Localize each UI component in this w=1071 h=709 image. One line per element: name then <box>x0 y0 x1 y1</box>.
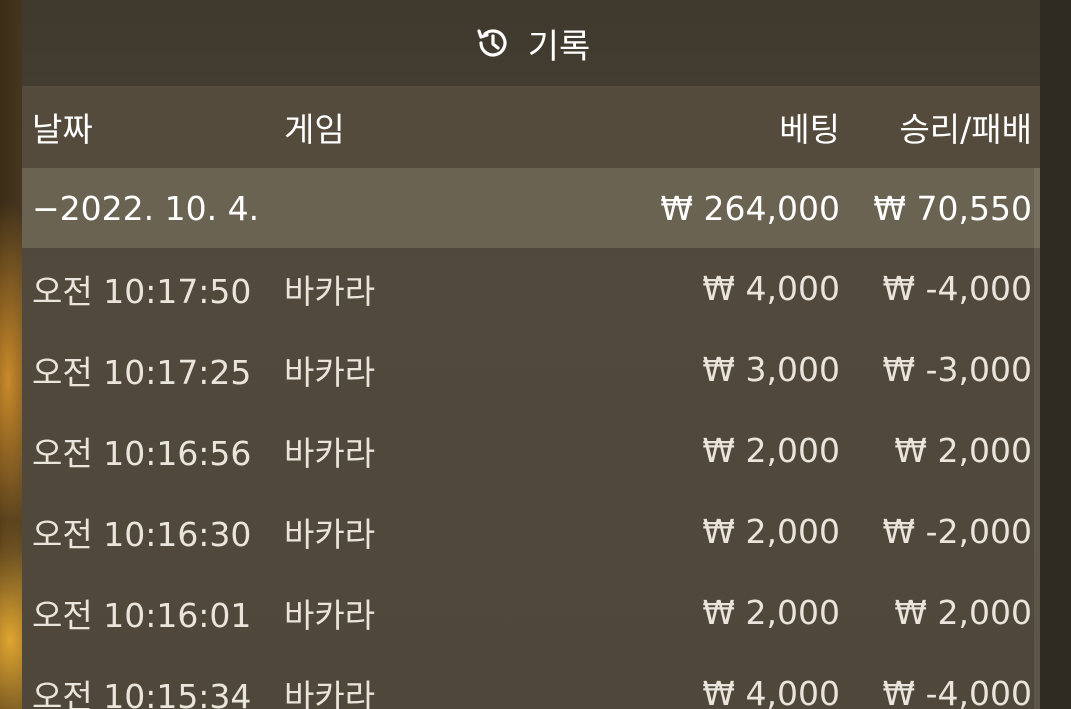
row-game: 바카라 <box>284 676 376 709</box>
column-header-date[interactable]: 날짜 <box>32 86 93 168</box>
row-bet: ₩ 3,000 <box>702 350 840 389</box>
row-time: 오전 10:16:56 <box>32 433 252 473</box>
row-time: 오전 10:16:01 <box>32 595 252 635</box>
table-row[interactable]: 오전 10:16:30 바카라 ₩ 2,000 ₩ -2,000 <box>22 491 1040 572</box>
row-result: ₩ 2,000 <box>894 593 1032 632</box>
table-row[interactable]: 오전 10:17:25 바카라 ₩ 3,000 ₩ -3,000 <box>22 329 1040 410</box>
row-bet: ₩ 4,000 <box>702 269 840 308</box>
row-game: 바카라 <box>284 514 376 554</box>
history-panel: 기록 날짜 게임 베팅 승리/패배 −2022. 10. 4. ₩ 264,00… <box>22 0 1040 709</box>
row-bet: ₩ 2,000 <box>702 512 840 551</box>
history-icon <box>472 23 512 63</box>
table-row[interactable]: 오전 10:17:50 바카라 ₩ 4,000 ₩ -4,000 <box>22 248 1040 329</box>
row-result: ₩ -3,000 <box>882 350 1033 389</box>
group-date: −2022. 10. 4. <box>32 188 260 228</box>
row-time: 오전 10:16:30 <box>32 514 252 554</box>
table-header: 날짜 게임 베팅 승리/패배 <box>22 86 1040 168</box>
column-header-bet[interactable]: 베팅 <box>779 86 840 168</box>
table-row[interactable]: 오전 10:15:34 바카라 ₩ 4,000 ₩ -4,000 <box>22 653 1040 709</box>
row-bet: ₩ 2,000 <box>702 431 840 470</box>
group-result-total: ₩ 70,550 <box>873 188 1032 228</box>
row-bet: ₩ 2,000 <box>702 593 840 632</box>
row-bet: ₩ 4,000 <box>702 674 840 709</box>
column-header-game[interactable]: 게임 <box>284 86 345 168</box>
panel-title: 기록 <box>527 26 591 67</box>
row-game: 바카라 <box>284 352 376 392</box>
row-time: 오전 10:17:50 <box>32 271 252 311</box>
row-game: 바카라 <box>284 433 376 473</box>
row-time: 오전 10:15:34 <box>32 676 252 709</box>
scrollbar[interactable] <box>1034 168 1040 709</box>
row-result: ₩ -2,000 <box>882 512 1033 551</box>
date-group-row[interactable]: −2022. 10. 4. ₩ 264,000 ₩ 70,550 <box>22 168 1040 248</box>
table-row[interactable]: 오전 10:16:01 바카라 ₩ 2,000 ₩ 2,000 <box>22 572 1040 653</box>
row-time: 오전 10:17:25 <box>32 352 252 392</box>
column-header-result[interactable]: 승리/패배 <box>899 86 1032 168</box>
row-game: 바카라 <box>284 595 376 635</box>
row-game: 바카라 <box>284 271 376 311</box>
panel-header: 기록 <box>22 0 1040 86</box>
row-result: ₩ 2,000 <box>894 431 1032 470</box>
table-row[interactable]: 오전 10:16:56 바카라 ₩ 2,000 ₩ 2,000 <box>22 410 1040 491</box>
group-bet-total: ₩ 264,000 <box>660 188 840 228</box>
row-result: ₩ -4,000 <box>882 269 1033 308</box>
row-result: ₩ -4,000 <box>882 674 1033 709</box>
